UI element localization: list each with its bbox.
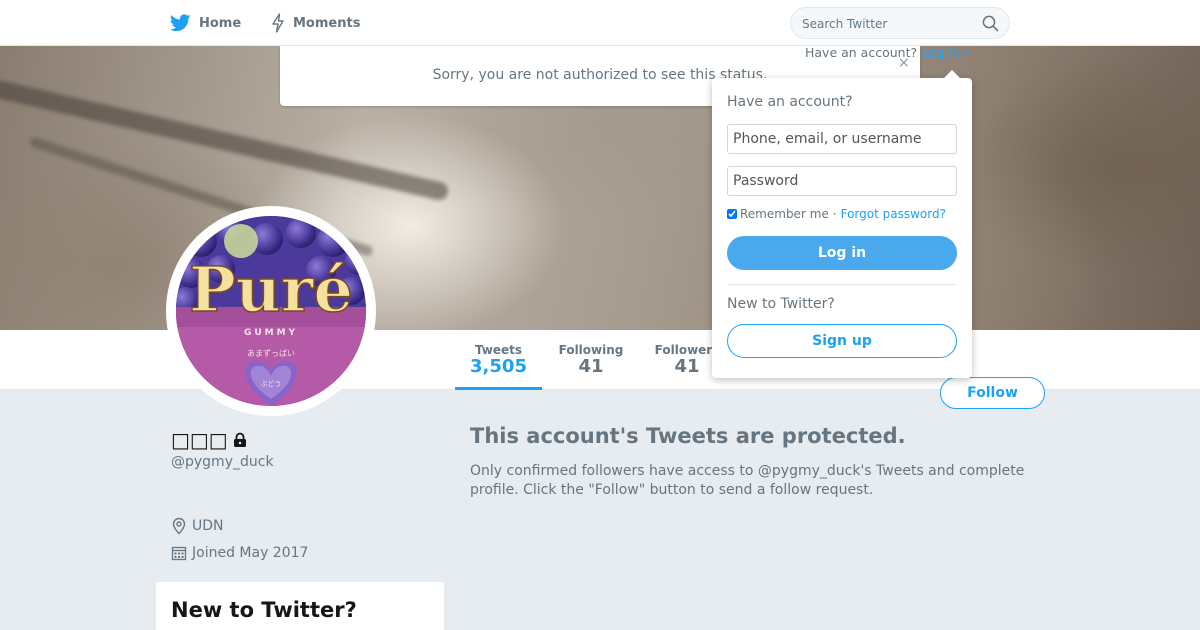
profile-name-text: □□□ [171, 428, 228, 452]
avatar-tag-text: あまずっぱい [247, 348, 295, 358]
new-to-twitter-card: New to Twitter? [156, 582, 444, 630]
login-prompt-text: Have an account? [805, 45, 918, 60]
username-field[interactable] [727, 124, 957, 154]
caret-down-icon[interactable] [962, 50, 969, 55]
remember-row: Remember me · Forgot password? [727, 207, 946, 221]
stat-following[interactable]: Following 41 [555, 330, 627, 390]
stat-tweets[interactable]: Tweets 3,505 [455, 330, 542, 390]
profile-joined: Joined May 2017 [171, 545, 308, 561]
follow-button[interactable]: Follow [940, 377, 1045, 409]
login-button[interactable]: Log in [727, 236, 957, 270]
dropdown-title: Have an account? [727, 94, 853, 110]
profile-location-text: UDN [192, 518, 224, 534]
protected-title: This account's Tweets are protected. [470, 424, 906, 448]
new-card-title: New to Twitter? [171, 598, 357, 622]
location-pin-icon [172, 517, 186, 535]
new-to-twitter-text: New to Twitter? [727, 296, 835, 312]
password-field[interactable] [727, 166, 957, 196]
twitter-bird-icon [170, 14, 191, 32]
nav-moments-label: Moments [293, 15, 361, 31]
dropdown-arrow [944, 70, 960, 78]
stat-label: Following [558, 343, 624, 357]
stat-value: 41 [578, 356, 604, 377]
profile-handle[interactable]: @pygmy_duck [171, 454, 274, 470]
avatar[interactable]: Puré GUMMY あまずっぱい ぶどう [166, 206, 376, 416]
stat-label: Tweets [474, 343, 523, 357]
login-dropdown: Have an account? Remember me · Forgot pa… [712, 70, 972, 378]
login-prompt: Have an account? Log in [805, 45, 969, 60]
profile-joined-text: Joined May 2017 [192, 545, 309, 561]
remember-label[interactable]: Remember me [740, 207, 829, 221]
search-input[interactable] [802, 14, 982, 33]
search-icon[interactable] [982, 15, 999, 32]
nav-home[interactable]: Home [170, 12, 241, 34]
signup-button[interactable]: Sign up [727, 324, 957, 358]
separator-dot: · [832, 207, 837, 221]
avatar-image: Puré GUMMY あまずっぱい ぶどう [176, 216, 366, 406]
protected-description: Only confirmed followers have access to … [470, 463, 1025, 498]
top-navigation: Home Moments [0, 0, 1200, 46]
divider [727, 284, 957, 285]
login-dropdown-toggle[interactable]: Log in [922, 45, 960, 60]
profile-location: UDN [171, 517, 224, 535]
lightning-icon [272, 13, 284, 33]
search-box [790, 7, 1010, 39]
nav-home-label: Home [199, 15, 242, 31]
avatar-heart-text: ぶどう [261, 380, 282, 388]
remember-checkbox[interactable] [727, 209, 737, 219]
calendar-icon [171, 546, 187, 561]
avatar-brand-text: Puré [189, 253, 353, 326]
nav-moments[interactable]: Moments [271, 12, 360, 34]
avatar-sub-text: GUMMY [244, 328, 298, 338]
forgot-password-link[interactable]: Forgot password? [841, 207, 946, 221]
lock-icon [233, 432, 246, 447]
stat-value: 3,505 [470, 356, 527, 377]
profile-name: □□□ [171, 428, 248, 452]
